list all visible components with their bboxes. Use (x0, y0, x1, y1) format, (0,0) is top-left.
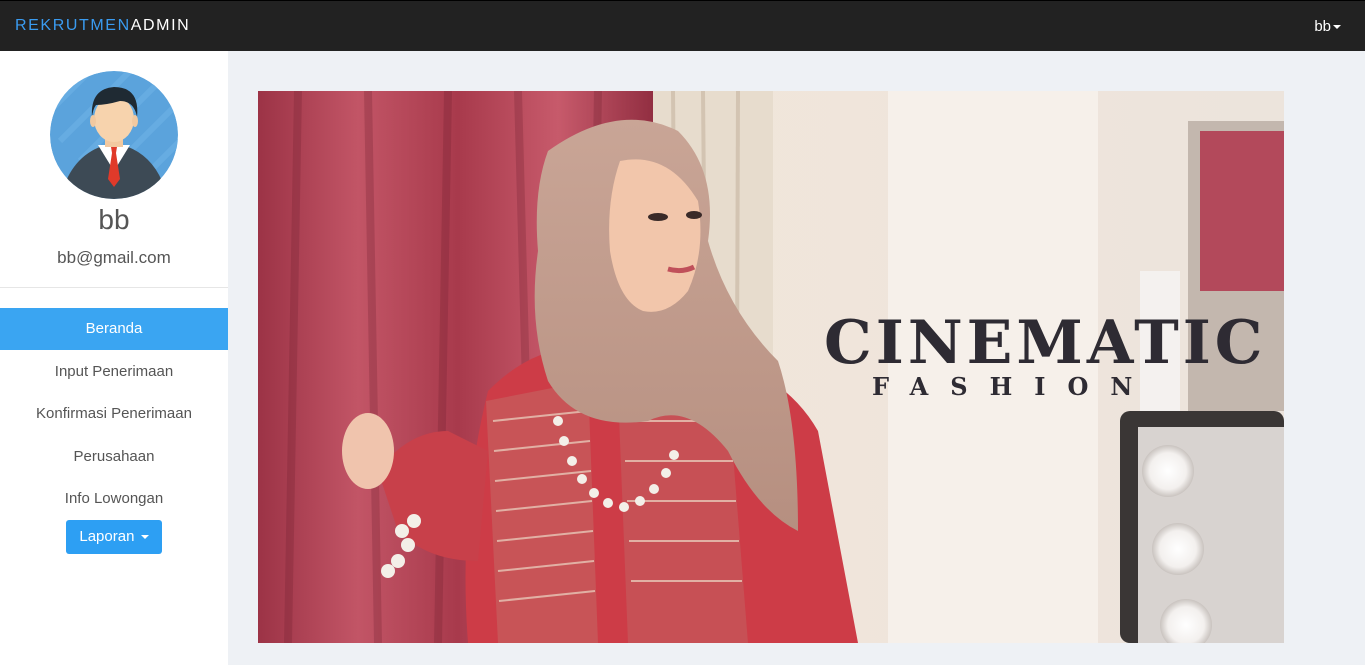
caret-down-icon (140, 535, 149, 540)
banner-subtitle: FASHION (872, 372, 1155, 401)
user-dropdown-label: bb (1314, 18, 1331, 35)
laporan-label: Laporan (79, 528, 135, 545)
brand-part1: REKRUTMEN (15, 17, 131, 34)
brand-link[interactable]: REKRUTMENADMIN (15, 17, 190, 35)
brand-part2: ADMIN (130, 17, 191, 34)
sidebar-item-info-lowongan[interactable]: Info Lowongan (0, 478, 228, 520)
sidebar-divider (0, 287, 228, 288)
user-dropdown[interactable]: bb (1314, 18, 1341, 35)
sidebar-item-beranda[interactable]: Beranda (0, 308, 228, 350)
sidebar-item-input-penerimaan[interactable]: Input Penerimaan (0, 351, 228, 393)
profile-email: bb@gmail.com (57, 248, 171, 267)
caret-down-icon (1333, 25, 1341, 30)
hero-banner: CINEMATIC FASHION (258, 91, 1284, 643)
profile-name: bb (98, 204, 130, 235)
banner-title: CINEMATIC (824, 308, 1267, 378)
top-navbar: REKRUTMENADMIN bb (0, 0, 1365, 51)
avatar (50, 71, 178, 199)
sidebar-item-perusahaan[interactable]: Perusahaan (0, 436, 228, 478)
sidebar: bb bb@gmail.com Beranda Input Penerimaan… (0, 51, 228, 665)
laporan-dropdown-button[interactable]: Laporan (66, 520, 162, 554)
sidebar-item-konfirmasi-penerimaan[interactable]: Konfirmasi Penerimaan (0, 393, 228, 435)
